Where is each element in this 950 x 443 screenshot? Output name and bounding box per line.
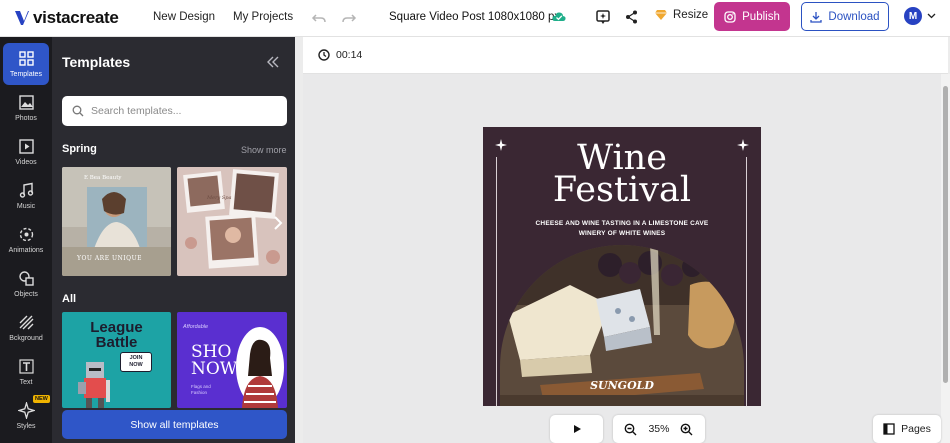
template-thumb-all-1[interactable]: League Battle JOIN NOW xyxy=(62,312,171,408)
show-more-link[interactable]: Show more xyxy=(241,145,287,155)
pages-label: Pages xyxy=(901,423,931,435)
rail-label: Bckground xyxy=(9,335,43,342)
logo[interactable]: vistacreate xyxy=(14,8,119,28)
pages-icon xyxy=(883,423,895,435)
template-thumb-all-2[interactable]: Affordable SHO NOW Flags and Fashion xyxy=(177,312,287,408)
styles-icon xyxy=(17,402,35,419)
template-thumb-spring-1[interactable]: E Bea Beauty YOU ARE UNIQUE xyxy=(62,167,171,276)
rail-item-music[interactable]: Music xyxy=(3,175,49,217)
rail-label: Styles xyxy=(16,423,36,430)
thumb-text: E Bea Beauty xyxy=(84,175,122,181)
video-duration: 00:14 xyxy=(336,49,363,61)
side-rail: Templates Photos Videos Music Animations xyxy=(0,37,52,443)
templates-icon xyxy=(18,51,34,66)
design-canvas[interactable]: Wine Festival CHEESE AND WINE TASTING IN… xyxy=(483,127,761,406)
download-button[interactable]: Download xyxy=(801,2,889,31)
share-icon[interactable] xyxy=(624,9,640,25)
knight-illustration-icon xyxy=(78,362,110,408)
poster-brand[interactable]: SUNGOLD xyxy=(483,379,761,392)
rail-item-templates[interactable]: Templates xyxy=(3,43,49,85)
rail-label: Text xyxy=(19,379,33,386)
search-icon xyxy=(72,105,84,117)
zoom-level: 35% xyxy=(648,423,670,435)
rail-item-photos[interactable]: Photos xyxy=(3,87,49,129)
download-label: Download xyxy=(828,10,880,23)
resize-button[interactable]: Resize xyxy=(655,9,708,21)
rail-item-background[interactable]: Bckground xyxy=(3,307,49,349)
rail-label: Music xyxy=(16,203,36,210)
undo-icon[interactable] xyxy=(311,10,327,26)
user-avatar[interactable]: M xyxy=(904,7,922,25)
cloud-saved-icon xyxy=(552,12,566,21)
play-icon xyxy=(573,425,581,433)
show-all-templates-button[interactable]: Show all templates xyxy=(62,410,287,439)
templates-panel: Templates Spring Show more E Bea Beauty … xyxy=(52,37,295,443)
background-icon xyxy=(19,315,33,330)
thumb-text: NOW xyxy=(129,362,143,368)
instagram-icon xyxy=(724,10,736,23)
section-title-all: All xyxy=(62,293,77,305)
video-icon xyxy=(18,139,34,154)
search-input[interactable] xyxy=(91,105,271,117)
vista-logo-icon xyxy=(15,11,29,25)
clock-icon xyxy=(318,49,330,61)
zoom-out-icon[interactable] xyxy=(624,423,637,436)
panel-title: Templates xyxy=(62,54,131,70)
photo-icon xyxy=(18,95,34,110)
thumb-badge: JOIN NOW xyxy=(120,352,152,372)
my-projects-link[interactable]: My Projects xyxy=(233,11,293,23)
template-preview-image xyxy=(236,327,284,408)
objects-icon xyxy=(18,271,34,286)
new-badge: NEW xyxy=(33,395,50,403)
rail-label: Templates xyxy=(10,71,42,78)
scrollbar-thumb[interactable] xyxy=(943,86,948,383)
chevron-down-icon[interactable] xyxy=(927,11,936,20)
rail-item-styles[interactable]: NEW Styles xyxy=(3,395,50,437)
download-icon xyxy=(810,11,823,23)
thumb-text: JOIN xyxy=(129,355,143,361)
resize-label: Resize xyxy=(673,9,709,21)
new-design-link[interactable]: New Design xyxy=(153,11,215,23)
comment-icon[interactable] xyxy=(595,9,611,25)
thumb-text: Mery Spa xyxy=(207,195,232,201)
play-button[interactable] xyxy=(550,415,603,443)
rail-label: Objects xyxy=(14,291,38,298)
rail-label: Animations xyxy=(8,247,44,254)
document-title[interactable]: Square Video Post 1080x1080 px xyxy=(389,11,560,23)
section-title-spring: Spring xyxy=(62,143,97,155)
zoom-control: 35% xyxy=(613,415,705,443)
thumb-text: Affordable xyxy=(183,324,209,330)
thumb-text: League xyxy=(90,319,143,336)
zoom-in-icon[interactable] xyxy=(680,423,693,436)
redo-icon[interactable] xyxy=(341,10,357,26)
thumb-text: YOU ARE UNIQUE xyxy=(77,255,143,262)
timeline-bar: 00:14 xyxy=(303,37,948,74)
poster-title-line-2[interactable]: Festival xyxy=(483,173,761,208)
rail-item-animations[interactable]: Animations xyxy=(3,219,49,261)
diamond-icon xyxy=(655,10,667,20)
rail-item-videos[interactable]: Videos xyxy=(3,131,49,173)
text-icon xyxy=(18,359,34,374)
thumb-text: Battle xyxy=(95,334,138,351)
search-box[interactable] xyxy=(62,96,287,126)
music-icon xyxy=(19,182,33,198)
collapse-panel-icon[interactable] xyxy=(266,56,280,68)
poster-subtitle[interactable]: CHEESE AND WINE TASTING IN A LIMESTONE C… xyxy=(527,219,717,239)
chevron-right-icon[interactable] xyxy=(271,213,285,233)
rail-item-text[interactable]: Text xyxy=(3,351,49,393)
thumb-text: Flags and Fashion xyxy=(191,384,211,395)
rail-item-objects[interactable]: Objects xyxy=(3,263,49,305)
top-bar: vistacreate New Design My Projects Squar… xyxy=(0,0,950,37)
pages-button[interactable]: Pages xyxy=(873,415,941,443)
rail-label: Videos xyxy=(15,159,37,166)
publish-label: Publish xyxy=(742,10,780,23)
animation-icon xyxy=(19,227,33,242)
logo-text: vistacreate xyxy=(33,8,119,27)
publish-button[interactable]: Publish xyxy=(714,2,790,31)
thumb-text: NOW xyxy=(191,359,238,379)
rail-label: Photos xyxy=(15,115,37,122)
